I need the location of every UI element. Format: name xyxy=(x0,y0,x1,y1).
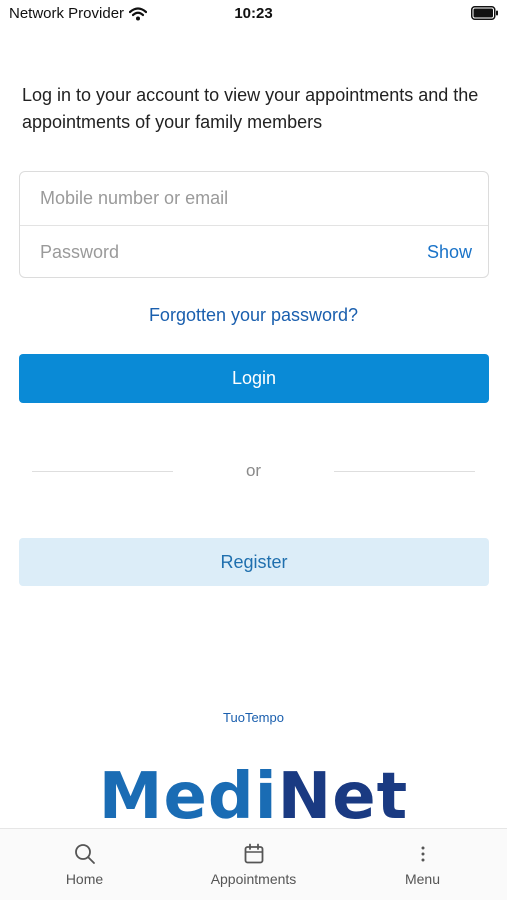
register-button[interactable]: Register xyxy=(19,538,489,586)
identifier-row xyxy=(20,172,488,225)
status-bar: Network Provider 10:23 xyxy=(0,0,507,28)
calendar-icon xyxy=(244,843,263,864)
battery-icon xyxy=(471,6,498,20)
password-row: Show xyxy=(20,225,488,278)
nav-item-home[interactable]: Home xyxy=(0,829,169,900)
forgot-password-link[interactable]: Forgotten your password? xyxy=(0,305,507,326)
nav-item-appointments[interactable]: Appointments xyxy=(169,829,338,900)
carrier-name: Network Provider xyxy=(9,5,125,22)
logo-part-medi: Medi xyxy=(98,760,278,830)
carrier-info: Network Provider xyxy=(9,5,148,22)
nav-item-menu[interactable]: Menu xyxy=(338,829,507,900)
divider-right xyxy=(334,471,475,472)
logo-part-net: Net xyxy=(277,760,409,830)
nav-label-menu: Menu xyxy=(404,871,441,887)
wifi-icon xyxy=(129,6,148,20)
credentials-form: Show xyxy=(19,171,489,278)
password-input[interactable] xyxy=(20,226,488,278)
show-password-button[interactable]: Show xyxy=(427,226,472,279)
login-button[interactable]: Login xyxy=(19,354,489,403)
bottom-nav: Home Appointments Menu xyxy=(0,828,507,900)
login-screen: Network Provider 10:23 Log in to your ac… xyxy=(0,0,507,900)
identifier-input[interactable] xyxy=(20,172,488,225)
more-vertical-icon xyxy=(421,846,424,862)
nav-label-appointments: Appointments xyxy=(210,871,297,887)
login-intro-text: Log in to your account to view your appo… xyxy=(22,85,479,132)
provider-link[interactable]: TuoTempo xyxy=(0,710,507,725)
search-icon xyxy=(74,844,95,864)
medinet-logo: MediNet xyxy=(0,760,507,830)
nav-label-home: Home xyxy=(65,871,104,887)
